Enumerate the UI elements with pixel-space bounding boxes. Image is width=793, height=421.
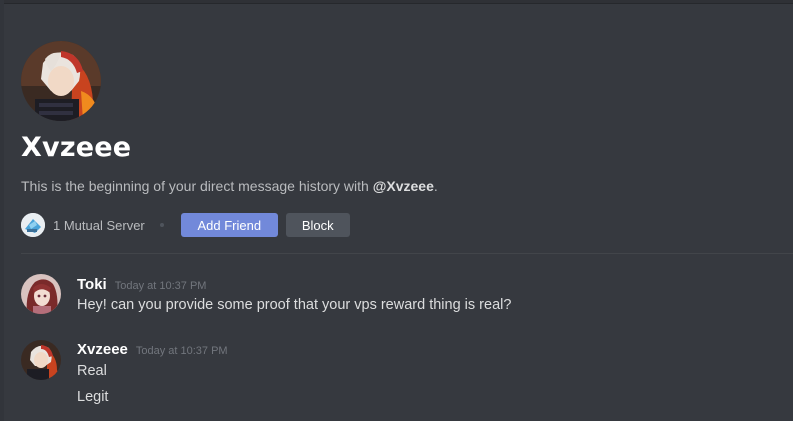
dm-intro-prefix: This is the beginning of your direct mes… xyxy=(21,178,373,194)
message-header: Xvzeee Today at 10:37 PM xyxy=(77,341,228,358)
message-content: Hey! can you provide some proof that you… xyxy=(77,297,512,313)
anime-avatar-image xyxy=(21,41,101,121)
message-avatar-toki[interactable] xyxy=(21,274,61,314)
block-button[interactable]: Block xyxy=(285,213,350,237)
dm-intro-suffix: . xyxy=(433,178,438,194)
message-author[interactable]: Toki xyxy=(77,276,107,293)
message-author[interactable]: Xvzeee xyxy=(77,341,128,358)
add-friend-button[interactable]: Add Friend xyxy=(180,213,278,237)
message-avatar-xvzeee[interactable] xyxy=(21,340,61,380)
message-timestamp: Today at 10:37 PM xyxy=(114,280,207,292)
mutual-servers-link[interactable]: 1 Mutual Server xyxy=(53,218,145,233)
profile-actions-row: 1 Mutual Server Add Friend Block xyxy=(21,212,350,238)
mutual-server-icon[interactable] xyxy=(21,213,45,237)
toki-avatar-image xyxy=(21,274,61,314)
separator-dot xyxy=(159,223,164,227)
dm-channel: Xvzeee This is the beginning of your dir… xyxy=(0,0,793,421)
dm-intro-text: This is the beginning of your direct mes… xyxy=(21,178,438,194)
message-header: Toki Today at 10:37 PM xyxy=(77,276,206,293)
dm-recipient-name: Xvzeee xyxy=(21,132,132,163)
message-timestamp: Today at 10:37 PM xyxy=(135,345,228,357)
left-edge xyxy=(0,0,4,421)
top-border xyxy=(0,0,793,4)
profile-avatar[interactable] xyxy=(21,41,101,121)
message-content: Legit xyxy=(77,389,109,405)
dm-intro-mention[interactable]: @Xvzeee xyxy=(373,178,434,194)
server-image xyxy=(21,213,45,237)
message-content: Real xyxy=(77,363,107,379)
header-divider xyxy=(21,253,793,254)
xvzeee-avatar-image xyxy=(21,340,61,380)
